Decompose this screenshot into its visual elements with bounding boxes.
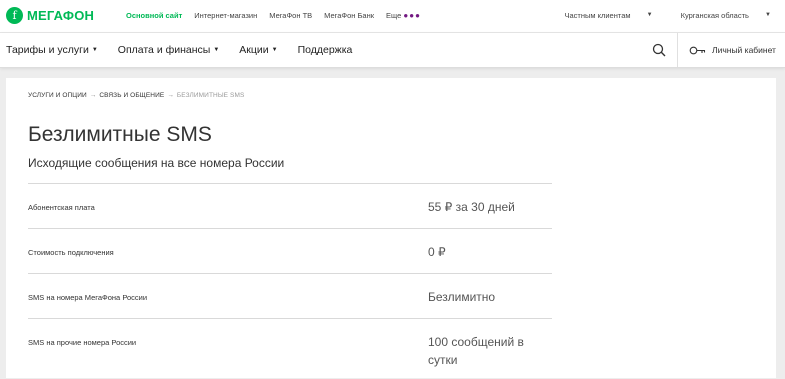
breadcrumb-services[interactable]: Услуги и опции bbox=[28, 92, 87, 99]
key-icon bbox=[689, 46, 706, 54]
row-label: SMS на номера МегаФона России bbox=[28, 293, 148, 302]
logo-text: МЕГАФОН bbox=[27, 8, 95, 23]
region-label: Курганская область bbox=[680, 11, 749, 20]
caret-down-icon: ▼ bbox=[91, 47, 98, 53]
row-value: 100 сообщений в сутки bbox=[428, 335, 524, 367]
breadcrumb-communication[interactable]: Связь и общение bbox=[99, 92, 164, 99]
table-row: SMS на номера МегаФона России Безлимитно bbox=[28, 273, 552, 318]
topnav-online-shop[interactable]: Интернет-магазин bbox=[194, 11, 257, 20]
breadcrumb-current: Безлимитные SMS bbox=[176, 92, 245, 99]
search-icon[interactable] bbox=[652, 43, 666, 57]
megafon-logo[interactable]: f МЕГАФОН bbox=[6, 7, 94, 24]
page-title: Безлимитные SMS bbox=[28, 123, 212, 146]
personal-account-link[interactable]: Личный кабинет bbox=[689, 45, 776, 55]
menu-tariffs[interactable]: Тарифы и услуги ▼ bbox=[6, 44, 98, 56]
segment-selector[interactable]: Частным клиентам ▼ bbox=[550, 11, 652, 20]
row-label: Стоимость подключения bbox=[28, 248, 114, 257]
menu-tariffs-label: Тарифы и услуги bbox=[6, 44, 89, 56]
table-row: SMS на прочие номера России 100 сообщени… bbox=[28, 318, 552, 379]
row-value: Безлимитно bbox=[428, 290, 496, 304]
top-bar: f МЕГАФОН Основной сайт Интернет-магазин… bbox=[0, 0, 785, 33]
topnav-more[interactable]: Еще ●●● bbox=[386, 11, 421, 20]
caret-down-icon: ▼ bbox=[646, 12, 653, 18]
top-right: Частным клиентам ▼ Курганская область ▼ bbox=[536, 11, 771, 20]
topnav-megafon-bank[interactable]: МегаФон Банк bbox=[324, 11, 374, 20]
row-value: 55 ₽ за 30 дней bbox=[428, 200, 515, 214]
page-subtitle: Исходящие сообщения на все номера России bbox=[28, 156, 285, 170]
menu-payments[interactable]: Оплата и финансы ▼ bbox=[118, 44, 220, 56]
topnav-main-site[interactable]: Основной сайт bbox=[126, 11, 182, 20]
row-value: 0 ₽ bbox=[428, 245, 446, 259]
tariff-details-table: Абонентская плата 55 ₽ за 30 дней Стоимо… bbox=[28, 183, 552, 379]
menu-promotions-label: Акции bbox=[239, 44, 269, 56]
personal-account-label: Личный кабинет bbox=[712, 45, 776, 55]
main-nav: Тарифы и услуги ▼ Оплата и финансы ▼ Акции… bbox=[0, 33, 785, 68]
segment-label: Частным клиентам bbox=[564, 11, 631, 20]
menu-support-label: Поддержка bbox=[297, 44, 353, 56]
divider bbox=[677, 33, 678, 67]
topnav-megafon-tv[interactable]: МегаФон ТВ bbox=[269, 11, 312, 20]
region-selector[interactable]: Курганская область ▼ bbox=[667, 11, 771, 20]
content-card: Услуги и опции → Связь и общение → Безлимитн… bbox=[6, 78, 776, 378]
topnav-more-label: Еще bbox=[386, 11, 402, 20]
more-dots-icon: ●●● bbox=[403, 11, 421, 20]
breadcrumb-separator: → bbox=[167, 92, 174, 99]
breadcrumb-separator: → bbox=[89, 92, 97, 99]
top-nav: Основной сайт Интернет-магазин МегаФон Т… bbox=[126, 11, 433, 20]
table-row: Стоимость подключения 0 ₽ bbox=[28, 228, 552, 273]
caret-down-icon: ▼ bbox=[765, 12, 771, 18]
row-label: Абонентская плата bbox=[28, 203, 95, 212]
table-row: Абонентская плата 55 ₽ за 30 дней bbox=[28, 183, 552, 228]
caret-down-icon: ▼ bbox=[271, 47, 278, 53]
menu-promotions[interactable]: Акции ▼ bbox=[239, 44, 277, 56]
row-label: SMS на прочие номера России bbox=[28, 338, 137, 347]
main-menu: Тарифы и услуги ▼ Оплата и финансы ▼ Акции… bbox=[6, 44, 372, 56]
megafon-logo-icon: f bbox=[6, 7, 23, 24]
menu-support[interactable]: Поддержка bbox=[298, 44, 353, 56]
menu-payments-label: Оплата и финансы bbox=[117, 44, 211, 56]
breadcrumb: Услуги и опции → Связь и общение → Безлимитн… bbox=[28, 92, 244, 99]
caret-down-icon: ▼ bbox=[213, 47, 220, 53]
